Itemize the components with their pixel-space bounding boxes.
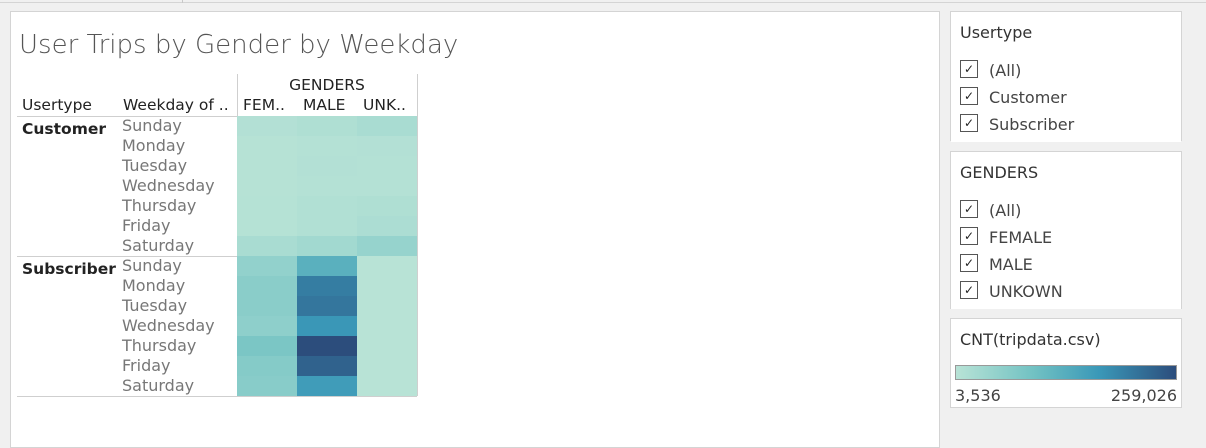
genders-option-unkown[interactable]: UNKOWN (989, 282, 1063, 301)
color-legend-panel: CNT(tripdata.csv) 3,536 259,026 (950, 318, 1182, 408)
weekday-label: Wednesday (122, 316, 215, 335)
heatmap-cell[interactable] (237, 216, 297, 236)
row-group-label: Customer (22, 120, 107, 138)
usertype-filter-title: Usertype (960, 23, 1033, 42)
row-header-weekday: Weekday of .. (123, 96, 229, 114)
heatmap-cell[interactable] (297, 196, 357, 216)
column-header: FEM.. (243, 96, 285, 114)
heatmap-cell[interactable] (237, 156, 297, 176)
checkbox-genders-all[interactable]: ✓ (960, 200, 978, 218)
genders-option-all[interactable]: (All) (989, 201, 1021, 220)
color-legend-title: CNT(tripdata.csv) (960, 330, 1101, 349)
heatmap-cell[interactable] (237, 196, 297, 216)
weekday-label: Tuesday (122, 156, 188, 175)
checkbox-usertype-all[interactable]: ✓ (960, 60, 978, 78)
top-strip (0, 0, 1206, 11)
genders-filter-body: ✓ (All) ✓ FEMALE ✓ MALE ✓ UNKOWN (951, 194, 1181, 309)
weekday-label: Thursday (122, 336, 197, 355)
heatmap-cell[interactable] (297, 316, 357, 336)
heatmap-cell[interactable] (357, 296, 417, 316)
heatmap-cell[interactable] (237, 136, 297, 156)
chart-title: User Trips by Gender by Weekday (19, 30, 459, 60)
heatmap-cell[interactable] (297, 116, 357, 136)
weekday-label: Saturday (122, 236, 195, 255)
heatmap-cell[interactable] (357, 196, 417, 216)
column-header: UNK.. (363, 96, 406, 114)
top-divider (0, 2, 1206, 3)
heatmap-cell[interactable] (357, 116, 417, 136)
weekday-label: Sunday (122, 116, 182, 135)
heatmap-cell[interactable] (357, 356, 417, 376)
weekday-label: Friday (122, 356, 171, 375)
heatmap-cell[interactable] (357, 276, 417, 296)
usertype-option-subscriber[interactable]: Subscriber (989, 115, 1074, 134)
heatmap-cell[interactable] (297, 216, 357, 236)
heatmap-cell[interactable] (297, 376, 357, 396)
heatmap-cell[interactable] (357, 216, 417, 236)
weekday-label: Friday (122, 216, 171, 235)
heatmap-cell[interactable] (297, 236, 357, 256)
worksheet: User Trips by Gender by Weekday GENDERS U… (10, 11, 940, 448)
usertype-filter-panel: Usertype ✓ (All) ✓ Customer ✓ Subscriber (950, 11, 1182, 142)
color-legend-max: 259,026 (1110, 386, 1177, 405)
top-tick (182, 0, 183, 3)
weekday-label: Tuesday (122, 296, 188, 315)
heatmap-cell[interactable] (297, 336, 357, 356)
heatmap-cell[interactable] (237, 336, 297, 356)
row-header-usertype: Usertype (22, 96, 92, 114)
heatmap-cell[interactable] (237, 116, 297, 136)
heatmap-cell[interactable] (357, 256, 417, 276)
weekday-label: Sunday (122, 256, 182, 275)
checkbox-usertype-customer[interactable]: ✓ (960, 87, 978, 105)
checkbox-genders-male[interactable]: ✓ (960, 254, 978, 272)
weekday-label: Monday (122, 276, 186, 295)
checkbox-genders-unkown[interactable]: ✓ (960, 281, 978, 299)
color-legend-min: 3,536 (955, 386, 1001, 405)
heatmap-cell[interactable] (297, 296, 357, 316)
heatmap-cell[interactable] (237, 256, 297, 276)
column-header: MALE (303, 96, 346, 114)
genders-filter-title: GENDERS (960, 163, 1039, 182)
heatmap-cell[interactable] (297, 176, 357, 196)
heatmap-cell[interactable] (237, 356, 297, 376)
column-group-header: GENDERS (289, 76, 365, 94)
heatmap-cell[interactable] (237, 376, 297, 396)
weekday-label: Saturday (122, 376, 195, 395)
heatmap-cell[interactable] (297, 276, 357, 296)
usertype-option-customer[interactable]: Customer (989, 88, 1067, 107)
genders-filter-panel: GENDERS ✓ (All) ✓ FEMALE ✓ MALE ✓ UNKOWN (950, 151, 1182, 309)
genders-option-male[interactable]: MALE (989, 255, 1033, 274)
usertype-option-all[interactable]: (All) (989, 61, 1021, 80)
heatmap-cell[interactable] (237, 296, 297, 316)
checkbox-genders-female[interactable]: ✓ (960, 227, 978, 245)
heatmap-cell[interactable] (357, 376, 417, 396)
heatmap-cell[interactable] (357, 156, 417, 176)
heatmap-cell[interactable] (297, 136, 357, 156)
grid-vline-right (417, 74, 418, 396)
heatmap-cell[interactable] (237, 276, 297, 296)
heatmap-cell[interactable] (357, 136, 417, 156)
heatmap-cell[interactable] (357, 336, 417, 356)
genders-option-female[interactable]: FEMALE (989, 228, 1052, 247)
heatmap-cell[interactable] (297, 356, 357, 376)
color-legend-gradient (955, 365, 1177, 380)
heatmap-cell[interactable] (237, 236, 297, 256)
heatmap-cell[interactable] (297, 156, 357, 176)
grid-bottom-line (17, 396, 417, 397)
row-group-label: Subscriber (22, 260, 116, 278)
checkbox-usertype-subscriber[interactable]: ✓ (960, 114, 978, 132)
weekday-label: Wednesday (122, 176, 215, 195)
weekday-label: Monday (122, 136, 186, 155)
heatmap-cell[interactable] (237, 316, 297, 336)
heatmap-cell[interactable] (357, 316, 417, 336)
usertype-filter-body: ✓ (All) ✓ Customer ✓ Subscriber (951, 54, 1181, 142)
heatmap-cell[interactable] (357, 176, 417, 196)
heatmap-cell[interactable] (237, 176, 297, 196)
weekday-label: Thursday (122, 196, 197, 215)
heatmap-cell[interactable] (357, 236, 417, 256)
heatmap-cell[interactable] (297, 256, 357, 276)
